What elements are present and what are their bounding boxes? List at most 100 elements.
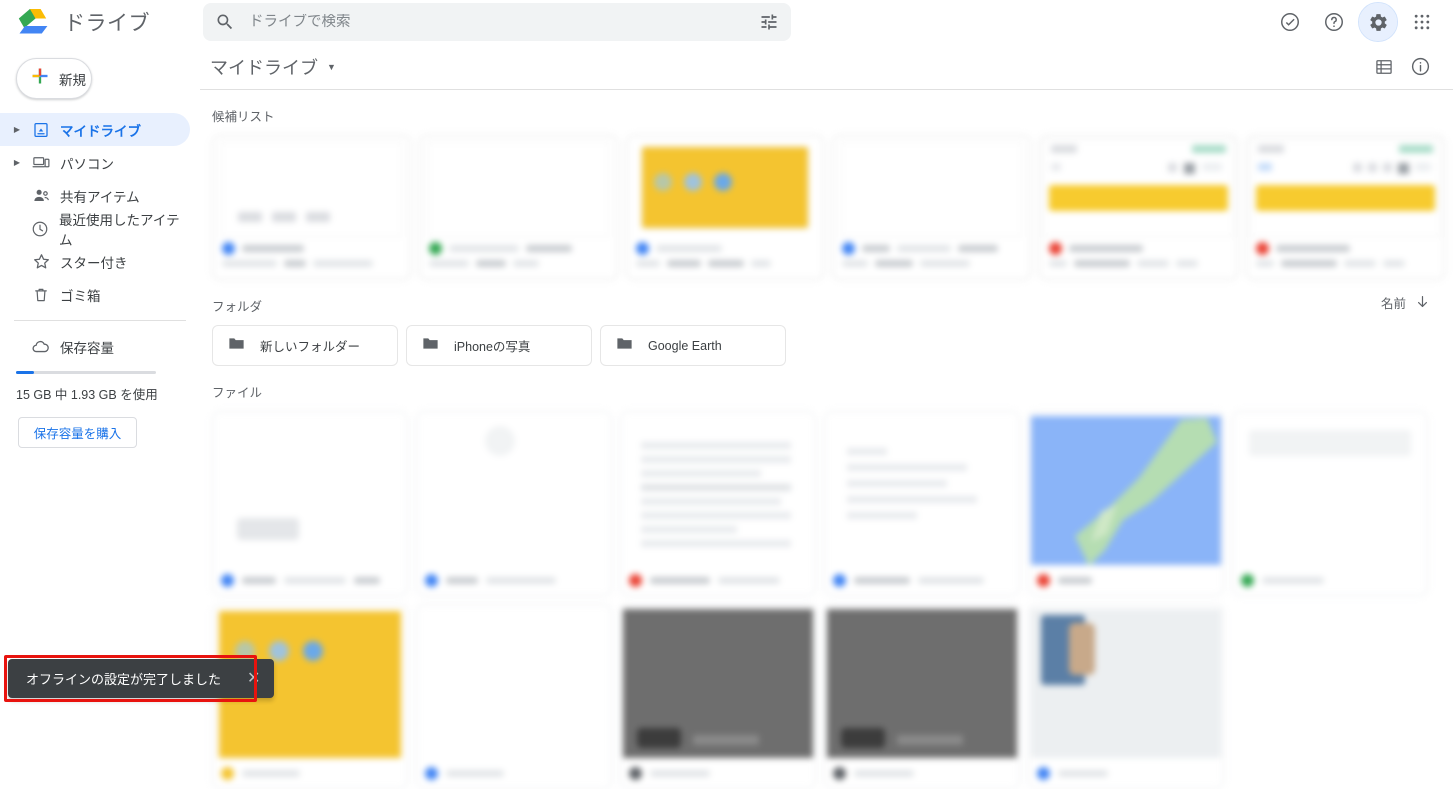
sidebar-item-computers[interactable]: ▶ パソコン	[0, 146, 190, 179]
sidebar-item-storage[interactable]: 保存容量	[0, 330, 200, 363]
file-card[interactable]	[620, 604, 816, 789]
file-type-icon	[1241, 574, 1254, 587]
cloud-icon	[26, 337, 56, 357]
card-thumbnail	[1239, 418, 1421, 565]
toast-message: オフラインの設定が完了しました	[26, 669, 221, 688]
card-thumbnail	[428, 142, 609, 237]
folder-item[interactable]: iPhoneの写真	[406, 325, 592, 366]
card-thumbnail	[423, 418, 605, 565]
gear-icon[interactable]	[1359, 3, 1397, 41]
sidebar-item-trash[interactable]: ゴミ箱	[0, 278, 190, 311]
file-card[interactable]	[416, 604, 612, 789]
file-card[interactable]	[416, 411, 612, 596]
search-icon[interactable]	[215, 12, 235, 32]
brand-title: ドライブ	[64, 7, 150, 37]
card-thumbnail	[827, 609, 1017, 758]
main-content: マイドライブ ▼ 候補リスト	[200, 44, 1453, 706]
search-bar[interactable]	[203, 3, 791, 41]
file-type-icon	[833, 574, 846, 587]
star-icon	[26, 252, 56, 271]
offline-toast: オフラインの設定が完了しました ✕	[8, 659, 274, 698]
file-card-grid	[200, 411, 1453, 789]
sidebar-item-label: パソコン	[60, 153, 114, 173]
file-card[interactable]	[1028, 604, 1224, 789]
storage-progress-bar	[16, 371, 156, 374]
sidebar-divider	[14, 320, 186, 321]
file-type-icon	[425, 574, 438, 587]
suggested-card[interactable]	[1246, 135, 1445, 280]
sort-control[interactable]: 名前	[1381, 293, 1431, 313]
folder-icon	[227, 334, 246, 358]
card-thumbnail	[423, 611, 605, 758]
buy-storage-button[interactable]: 保存容量を購入	[18, 417, 137, 448]
close-icon[interactable]: ✕	[247, 671, 260, 687]
chevron-right-icon[interactable]: ▶	[8, 125, 26, 134]
file-type-icon	[425, 767, 438, 780]
file-card[interactable]	[620, 411, 816, 596]
check-circle-icon[interactable]	[1271, 3, 1309, 41]
card-thumbnail	[627, 418, 809, 565]
tune-filter-icon[interactable]	[759, 12, 779, 32]
chevron-right-icon[interactable]: ▶	[8, 158, 26, 167]
sidebar-item-label: ゴミ箱	[60, 285, 101, 305]
sidebar-item-recent[interactable]: 最近使用したアイテム	[0, 212, 190, 245]
plus-icon	[30, 66, 50, 91]
new-button[interactable]: 新規	[16, 58, 92, 99]
apps-grid-icon[interactable]	[1403, 3, 1441, 41]
storage-progress-fill	[16, 371, 34, 374]
card-thumbnail	[1044, 140, 1233, 237]
sidebar-item-label: スター付き	[60, 252, 128, 272]
suggested-card[interactable]	[832, 135, 1031, 280]
info-circle-icon[interactable]	[1410, 56, 1431, 77]
sidebar-item-label: マイドライブ	[60, 120, 141, 140]
suggested-card[interactable]	[419, 135, 618, 280]
top-bar: ドライブ	[0, 0, 1453, 44]
computer-icon	[26, 154, 56, 172]
help-circle-icon[interactable]	[1315, 3, 1353, 41]
file-card[interactable]	[1028, 411, 1224, 596]
card-thumbnail	[1031, 416, 1221, 565]
brand[interactable]: ドライブ	[0, 7, 200, 37]
sort-label: 名前	[1381, 293, 1406, 312]
file-card[interactable]	[212, 411, 408, 596]
sidebar: 新規 ▶ マイドライブ ▶ パソコン	[0, 44, 200, 706]
card-thumbnail	[1251, 140, 1440, 237]
card-thumbnail	[641, 146, 810, 229]
file-card[interactable]	[824, 604, 1020, 789]
page-title: マイドライブ	[210, 54, 318, 80]
card-thumbnail	[841, 142, 1022, 237]
folder-icon	[421, 334, 440, 358]
folder-icon	[615, 334, 634, 358]
card-thumbnail	[219, 418, 401, 565]
chevron-down-icon[interactable]: ▼	[327, 62, 336, 72]
file-type-icon	[833, 767, 846, 780]
sidebar-item-label: 最近使用したアイテム	[59, 209, 190, 249]
sidebar-item-starred[interactable]: スター付き	[0, 245, 190, 278]
storage-label: 保存容量	[60, 337, 114, 357]
file-type-icon	[221, 574, 234, 587]
my-drive-icon	[26, 121, 56, 139]
list-view-icon[interactable]	[1374, 57, 1394, 77]
suggested-card[interactable]	[212, 135, 411, 280]
folders-section-label: フォルダ	[200, 280, 262, 325]
search-input[interactable]	[235, 14, 759, 30]
arrow-down-icon[interactable]	[1414, 293, 1431, 313]
sidebar-item-my-drive[interactable]: ▶ マイドライブ	[0, 113, 190, 146]
sidebar-item-label: 共有アイテム	[60, 186, 140, 206]
suggested-card[interactable]	[626, 135, 825, 280]
suggested-card[interactable]	[1039, 135, 1238, 280]
file-type-icon	[221, 767, 234, 780]
card-thumbnail	[831, 418, 1013, 565]
file-card[interactable]	[824, 411, 1020, 596]
folder-item[interactable]: Google Earth	[600, 325, 786, 366]
sidebar-item-shared[interactable]: 共有アイテム	[0, 179, 190, 212]
trash-icon	[26, 286, 56, 304]
file-card[interactable]	[1232, 411, 1428, 596]
folder-item[interactable]: 新しいフォルダー	[212, 325, 398, 366]
file-type-icon	[636, 242, 649, 255]
folder-name: iPhoneの写真	[454, 336, 530, 355]
card-thumbnail	[623, 609, 813, 758]
folder-name: 新しいフォルダー	[260, 336, 360, 355]
file-type-icon	[1256, 242, 1269, 255]
file-type-icon	[1037, 574, 1050, 587]
